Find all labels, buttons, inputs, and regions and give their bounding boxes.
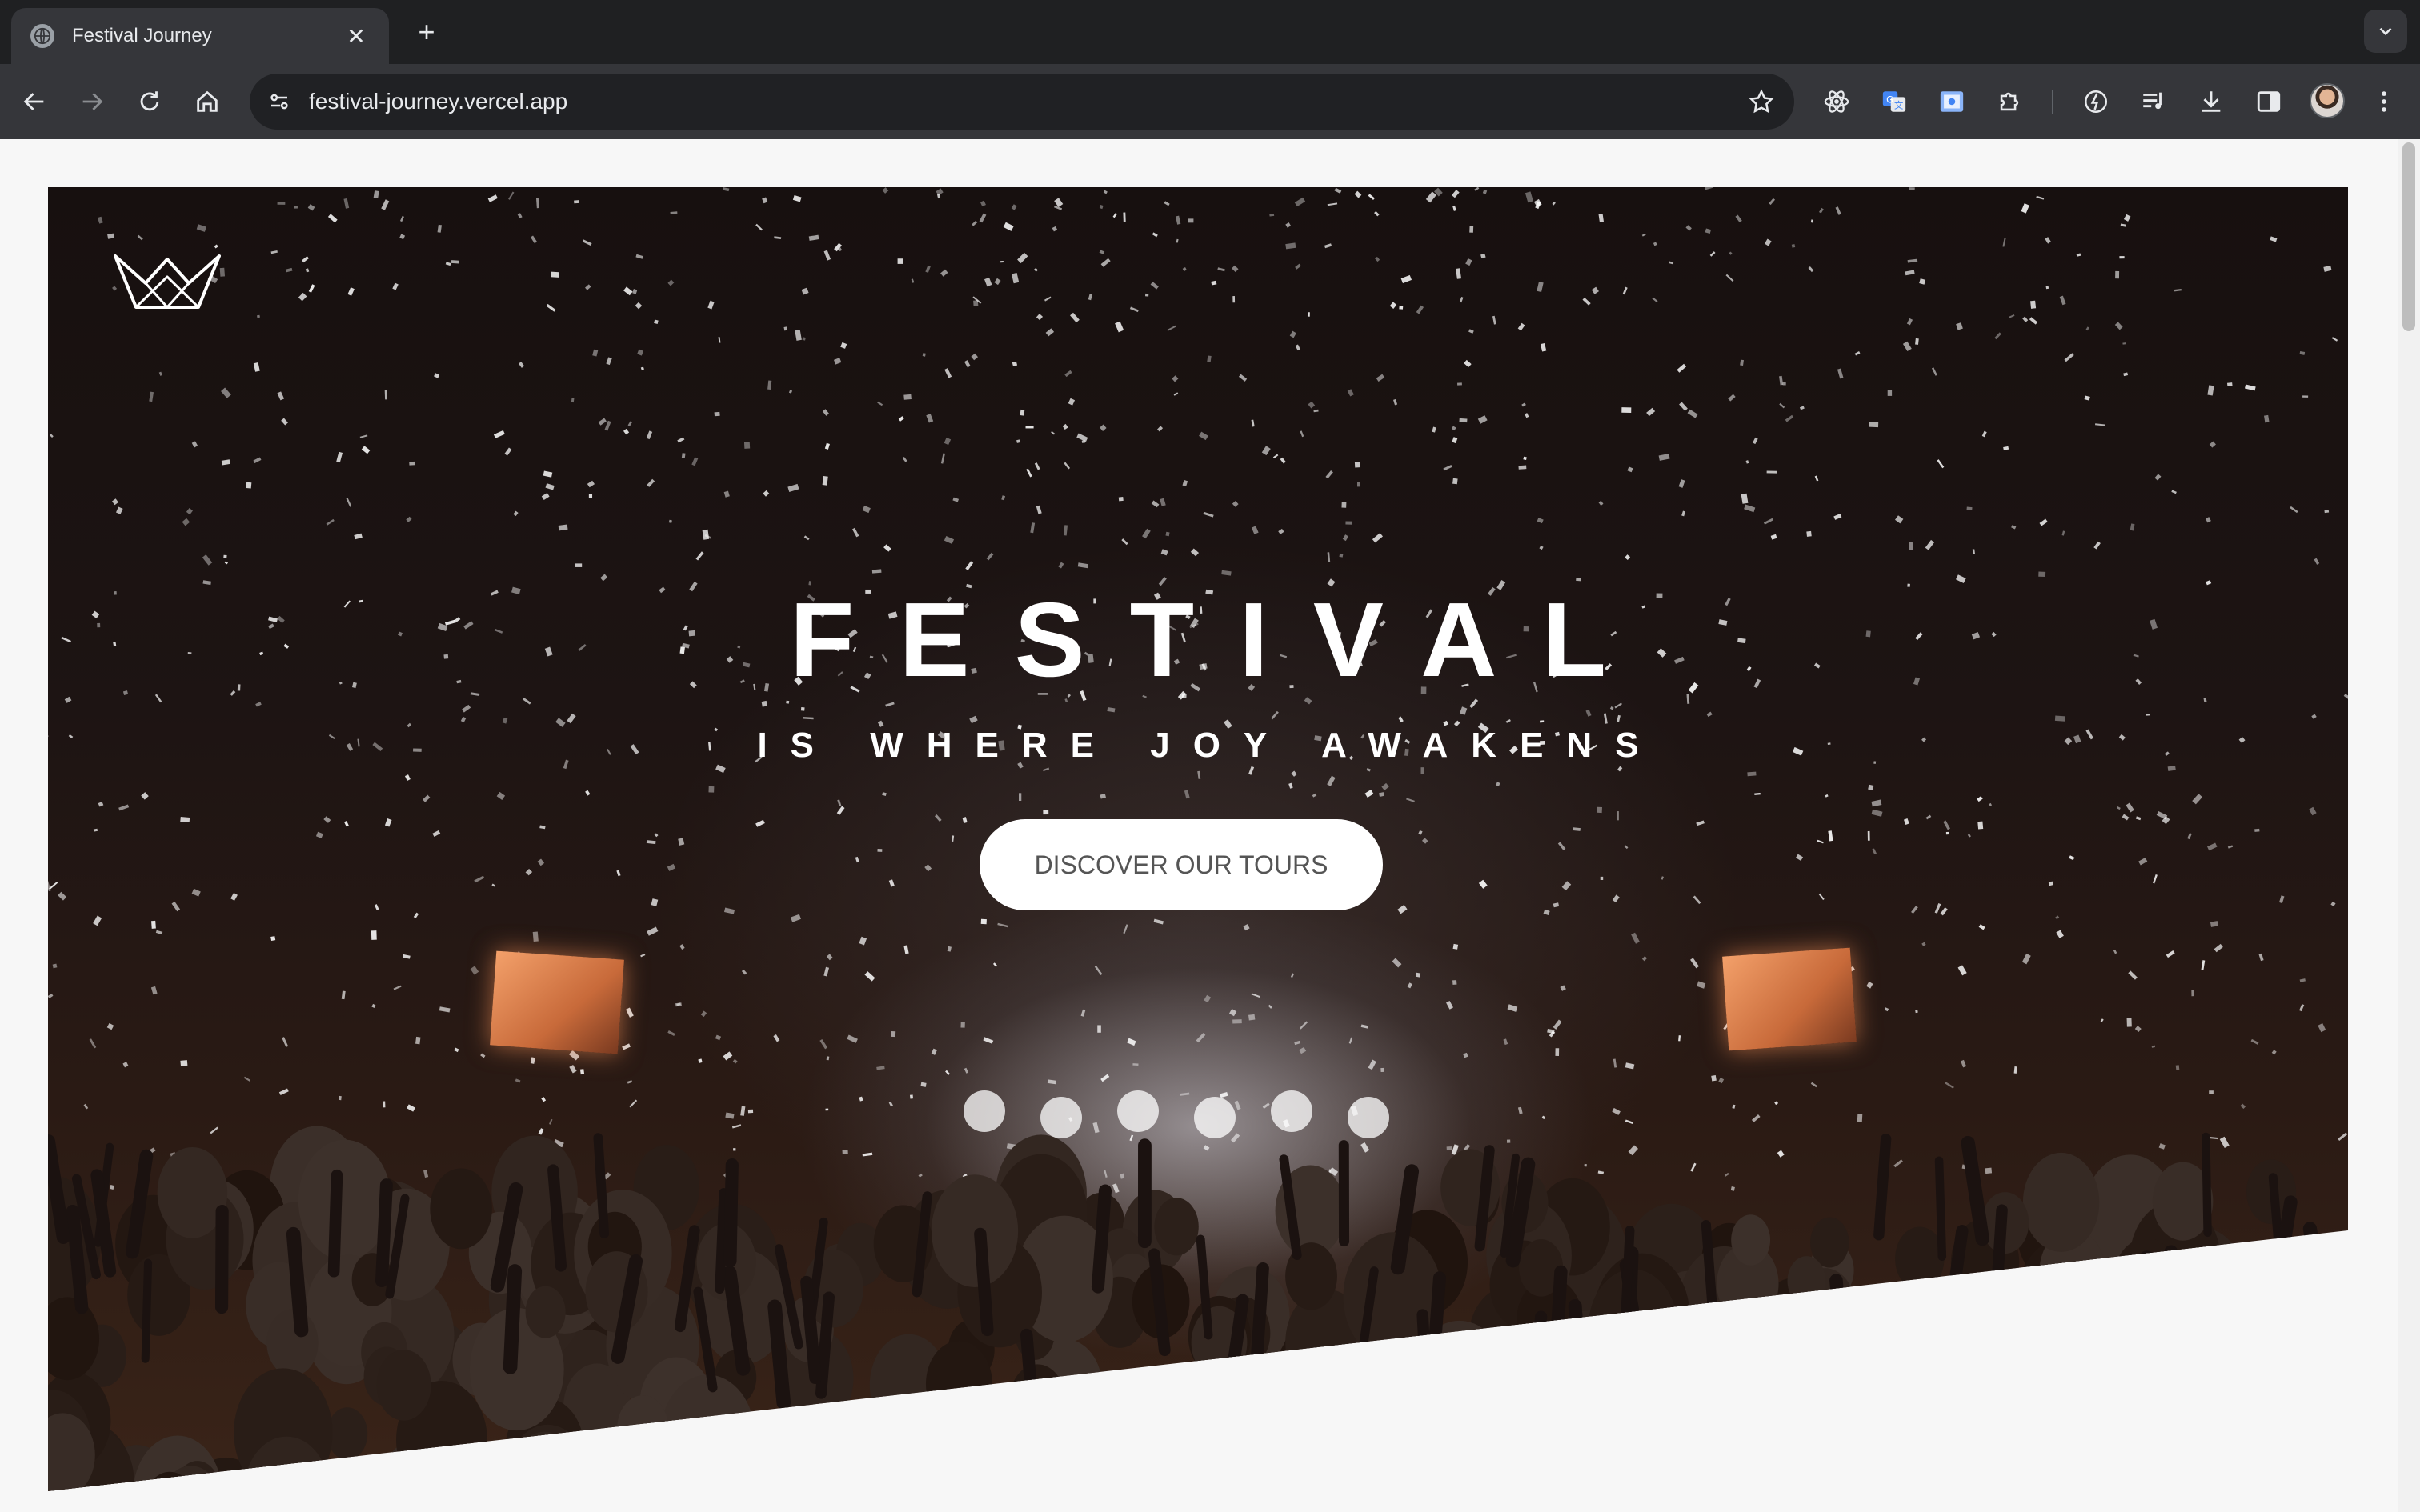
reload-icon	[140, 91, 159, 111]
star-icon	[1749, 89, 1774, 114]
kebab-menu-icon	[2382, 91, 2386, 112]
tab-strip: Festival Journey ✕ +	[0, 0, 2420, 64]
stage-screen-left	[490, 950, 624, 1054]
tab-title: Festival Journey	[72, 25, 212, 46]
hero-title: FESTIVAL	[789, 581, 1652, 698]
media-controls-icon[interactable]	[2132, 80, 2175, 123]
profile-avatar[interactable]	[2310, 83, 2345, 118]
bookmark-button[interactable]	[1740, 80, 1783, 123]
close-tab-icon[interactable]: ✕	[343, 23, 370, 50]
globe-icon	[30, 24, 54, 48]
svg-text:文: 文	[1894, 100, 1903, 111]
menu-button[interactable]	[2362, 80, 2406, 123]
hero-section: FESTIVAL IS WHERE JOY AWAKENS DISCOVER O…	[48, 187, 2348, 1491]
screenshot-extension-icon[interactable]	[1930, 80, 1973, 123]
side-panel-icon[interactable]	[2247, 80, 2290, 123]
url-text[interactable]: festival-journey.vercel.app	[309, 74, 567, 130]
tune-icon	[270, 94, 288, 110]
puzzle-extensions-icon[interactable]	[1988, 80, 2031, 123]
address-bar[interactable]: festival-journey.vercel.app	[250, 74, 1794, 130]
new-tab-button[interactable]: +	[408, 14, 445, 51]
scrollbar-thumb[interactable]	[2402, 142, 2415, 331]
back-button[interactable]	[13, 80, 56, 123]
active-tab[interactable]: Festival Journey ✕	[11, 8, 389, 64]
forward-arrow-icon	[82, 93, 103, 110]
page-viewport: FESTIVAL IS WHERE JOY AWAKENS DISCOVER O…	[0, 139, 2398, 1512]
browser-toolbar: festival-journey.vercel.app G文	[0, 64, 2420, 139]
hero-subtitle: IS WHERE JOY AWAKENS	[757, 726, 1662, 765]
scrollbar-track[interactable]	[2398, 139, 2420, 1512]
svg-text:G: G	[1886, 94, 1893, 105]
react-devtools-icon[interactable]	[1815, 80, 1858, 123]
home-icon	[197, 90, 218, 112]
site-info-button[interactable]	[258, 80, 301, 123]
google-translate-icon[interactable]: G文	[1873, 80, 1916, 123]
forward-button[interactable]	[70, 80, 114, 123]
crown-logo-icon[interactable]	[112, 251, 222, 310]
home-button[interactable]	[186, 80, 229, 123]
tab-search-button[interactable]	[2364, 10, 2407, 53]
performance-icon[interactable]	[2074, 80, 2118, 123]
back-arrow-icon	[23, 93, 44, 110]
stage-screen-right	[1722, 947, 1857, 1051]
discover-tours-button[interactable]: DISCOVER OUR TOURS	[980, 819, 1383, 910]
reload-button[interactable]	[128, 80, 171, 123]
download-icon[interactable]	[2190, 80, 2233, 123]
toolbar-divider	[2052, 90, 2053, 114]
chevron-down-icon	[2379, 27, 2392, 36]
